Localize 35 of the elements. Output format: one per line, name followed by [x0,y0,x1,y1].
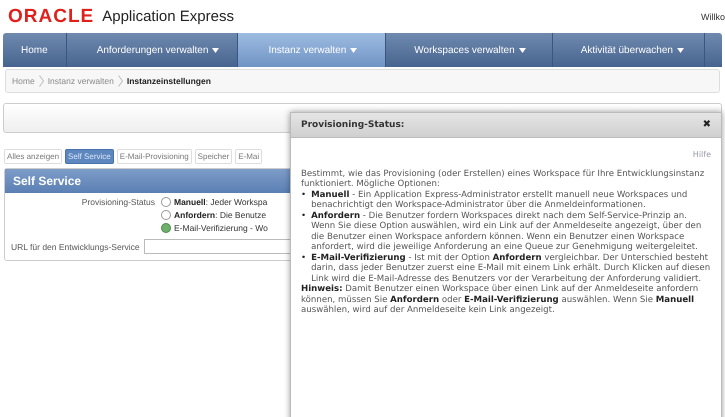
region-tab[interactable]: E-Mai [235,149,262,164]
bullet: • [301,252,306,264]
field-label: URL für den Entwicklungs-Service [10,242,141,252]
bullet: • [301,190,306,202]
option-description: Manuell - Ein Application Express-Administrator erstellt manuell neue Workspaces und benachrichtigt den Workspace-Administrator über die Anmeldeinformationen. [311,190,688,210]
radio-label: E-Mail-Verifizierung - Wo [174,223,268,233]
nav-tab[interactable]: Aktivität überwachen [552,33,705,67]
help-link[interactable]: Hilfe [301,150,711,160]
region-tab[interactable]: Speicher [194,149,232,164]
region-tab[interactable]: Alles anzeigen [4,149,62,164]
field-label: Provisioning-Status [80,197,156,207]
product-name: Application Express [102,8,234,25]
radio-button[interactable] [161,197,171,207]
dialog-title: Provisioning-Status: [301,120,404,130]
chevron-icon [38,75,44,87]
nav-tab[interactable]: Instanz verwalten [238,33,386,67]
radio-button[interactable] [161,223,171,233]
radio-label: Anfordern: Die Benutze [174,210,266,220]
nav-tab[interactable]: Home [3,33,67,67]
chevron-icon [118,75,123,87]
radio-label: Manuell: Jeder Workspa [174,197,268,207]
close-button[interactable]: ✖ [702,120,711,130]
user-greeting: Willko [701,12,725,22]
breadcrumb-link[interactable]: Instanz verwalten [48,76,114,86]
nav-tab[interactable]: Workspaces verwalten [386,33,553,67]
breadcrumb-link[interactable]: Home [12,76,35,86]
region-tab[interactable]: Self Service [65,149,114,164]
region-tab[interactable]: E-Mail-Provisioning [116,149,192,164]
logo: ORACLE [8,6,94,28]
intro-text: Bestimmt, wie das Provisioning (oder Erstellen) eines Workspace für Ihre Entwicklungsinstanz funktioniert. Mögliche Optionen: [301,168,706,190]
note-text: Hinweis: Damit Benutzer einen Workspace über einen Link auf der Anmeldeseite anfordern können, müssen Sie Anfordern oder E-Mail-Verifizierung auswählen. Wenn Sie Manuell auswählen, wird auf der Anmeldeseite kein Link angezeigt. [301,284,700,316]
radio-button[interactable] [161,210,171,220]
option-description: E-Mail-Verifizierung - Ist mit der Option Anfordern vergleichbar. Der Unterschied besteht darin, dass jeder Benutzer zuerst eine E-Mail mit einem Link erhält. Durch Klicken auf diesen Link wird die E-Mail-Adresse des Benutzers vor der Verarbeitung der Anforderung validiert. [311,252,712,284]
bullet: • [301,210,306,222]
option-description: Anfordern - Die Benutzer fordern Workspaces direkt nach dem Self-Service-Prinzip an. Wenn Sie diese Option auswählen, wird ein Link auf der Anmeldeseite angezeigt, über den die Benutzer einen Workspace anfordern können. Wenn ein Benutzer einen Workspace anfordert, wird die jeweilige Anforderung an eine Queue zur Genehmigung weitergeleitet. [311,210,702,252]
